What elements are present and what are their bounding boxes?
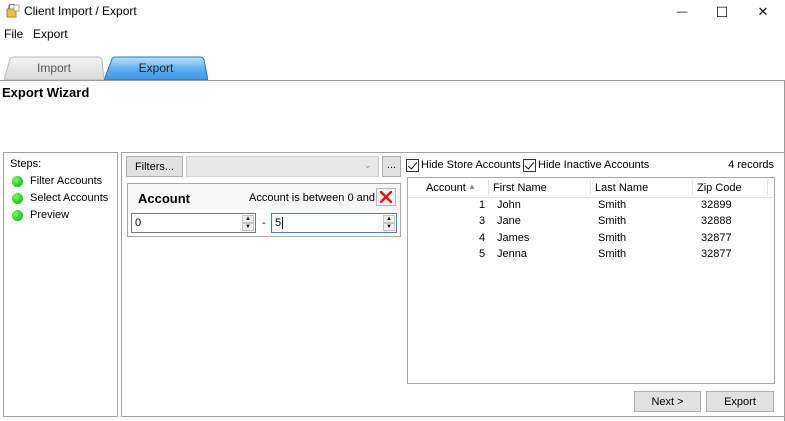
- hide-store-accounts-checkbox[interactable]: Hide Store Accounts: [406, 158, 521, 172]
- cell-account: 3: [479, 215, 486, 227]
- column-header-zip-code[interactable]: Zip Code: [697, 182, 742, 194]
- step-label: Preview: [30, 209, 70, 221]
- account-to-spinner[interactable]: ▲ ▼: [383, 215, 395, 231]
- table-row[interactable]: 3 Jane Smith 32888: [408, 213, 774, 229]
- hide-inactive-accounts-checkbox[interactable]: Hide Inactive Accounts: [523, 158, 649, 172]
- column-header-last-name[interactable]: Last Name: [595, 182, 648, 194]
- cell-last-name: Smith: [598, 199, 627, 211]
- cell-first-name: Jenna: [497, 248, 527, 260]
- cell-zip-code: 32899: [701, 199, 732, 211]
- next-button-label: Next >: [651, 395, 684, 408]
- column-header-account[interactable]: Account: [426, 182, 466, 194]
- cell-zip-code: 32888: [701, 215, 732, 227]
- record-count: 4 records: [728, 159, 774, 171]
- filters-button-label: Filters...: [134, 160, 175, 173]
- menu-export[interactable]: Export: [33, 27, 68, 41]
- tab-import[interactable]: Import: [4, 56, 104, 80]
- close-button[interactable]: ✕: [741, 0, 785, 24]
- column-divider[interactable]: [767, 180, 768, 195]
- sort-up-icon: ▲: [468, 182, 476, 191]
- steps-panel: Steps: Filter Accounts Select Accounts P…: [3, 152, 118, 417]
- column-divider[interactable]: [590, 180, 591, 195]
- filter-card-header: Account Account is between 0 and 5: [128, 184, 400, 210]
- menu-file[interactable]: File: [4, 27, 23, 41]
- range-separator: -: [262, 217, 266, 229]
- spin-up-icon[interactable]: ▲: [242, 215, 254, 223]
- accounts-grid[interactable]: Account ▲ First Name Last Name Zip Code …: [407, 177, 775, 384]
- checkbox-check-icon: [523, 158, 536, 172]
- account-to-input[interactable]: 5 ▲ ▼: [271, 213, 397, 233]
- more-filters-label: ...: [386, 158, 397, 171]
- account-from-input[interactable]: 0 ▲ ▼: [131, 213, 256, 233]
- next-button[interactable]: Next >: [634, 391, 701, 412]
- export-button[interactable]: Export: [706, 391, 774, 412]
- checkbox-check-icon: [406, 158, 419, 172]
- tab-export[interactable]: Export: [104, 56, 208, 80]
- maximize-button[interactable]: ☐: [700, 0, 744, 24]
- cell-last-name: Smith: [598, 232, 627, 244]
- remove-filter-button[interactable]: [376, 188, 396, 206]
- title-bar: Client Import / Export — ☐ ✕: [0, 0, 785, 24]
- more-filters-button[interactable]: ...: [382, 156, 401, 177]
- hide-inactive-label: Hide Inactive Accounts: [538, 159, 650, 171]
- step-label: Select Accounts: [30, 192, 109, 204]
- spin-down-icon[interactable]: ▼: [383, 223, 395, 231]
- column-header-first-name[interactable]: First Name: [493, 182, 547, 194]
- export-button-label: Export: [724, 395, 756, 408]
- filters-button[interactable]: Filters...: [126, 156, 183, 177]
- cell-last-name: Smith: [598, 215, 627, 227]
- wizard-title: Export Wizard: [2, 85, 90, 100]
- hide-store-label: Hide Store Accounts: [421, 159, 521, 171]
- account-from-spinner[interactable]: ▲ ▼: [242, 215, 254, 231]
- filter-description: Account is between 0 and 5: [249, 192, 385, 204]
- column-divider[interactable]: [692, 180, 693, 195]
- table-row[interactable]: 4 James Smith 32877: [408, 230, 774, 246]
- step-select-accounts: Select Accounts: [12, 191, 108, 205]
- cell-zip-code: 32877: [701, 248, 732, 260]
- text-cursor: [282, 217, 283, 229]
- account-to-value: 5: [275, 217, 282, 229]
- cell-first-name: John: [497, 199, 521, 211]
- minimize-icon: —: [676, 6, 688, 18]
- column-divider[interactable]: [488, 180, 489, 195]
- table-row[interactable]: 1 John Smith 32899: [408, 197, 774, 213]
- table-row[interactable]: 5 Jenna Smith 32877: [408, 246, 774, 262]
- maximize-icon: ☐: [715, 3, 729, 20]
- cell-zip-code: 32877: [701, 232, 732, 244]
- filter-dropdown[interactable]: ⌄: [186, 156, 379, 177]
- menu-bar: File Export: [0, 25, 785, 43]
- tab-import-label: Import: [36, 61, 71, 75]
- filter-name: Account: [138, 191, 190, 206]
- cell-account: 1: [479, 199, 486, 211]
- window-title: Client Import / Export: [24, 4, 137, 18]
- spin-down-icon[interactable]: ▼: [242, 223, 254, 231]
- cell-first-name: Jane: [497, 215, 521, 227]
- cell-account: 5: [479, 248, 486, 260]
- account-from-value: 0: [135, 217, 142, 229]
- account-filter-card: Account Account is between 0 and 5 0 ▲ ▼…: [127, 183, 401, 237]
- cell-account: 4: [479, 232, 486, 244]
- step-complete-icon: [12, 175, 23, 187]
- minimize-button[interactable]: —: [660, 0, 704, 24]
- step-label: Filter Accounts: [30, 175, 103, 187]
- remove-x-icon: [380, 191, 392, 203]
- spin-up-icon[interactable]: ▲: [383, 215, 395, 223]
- tab-export-label: Export: [138, 61, 174, 75]
- dropdown-arrow-icon: ⌄: [363, 160, 372, 171]
- app-icon: [6, 4, 20, 18]
- cell-first-name: James: [497, 232, 530, 244]
- steps-title: Steps:: [10, 158, 42, 170]
- step-filter-accounts: Filter Accounts: [12, 174, 102, 188]
- close-icon: ✕: [757, 4, 769, 19]
- grid-header: Account ▲ First Name Last Name Zip Code: [408, 178, 774, 198]
- step-complete-icon: [12, 209, 23, 221]
- cell-last-name: Smith: [598, 248, 627, 260]
- step-complete-icon: [12, 192, 23, 204]
- step-preview: Preview: [12, 208, 69, 222]
